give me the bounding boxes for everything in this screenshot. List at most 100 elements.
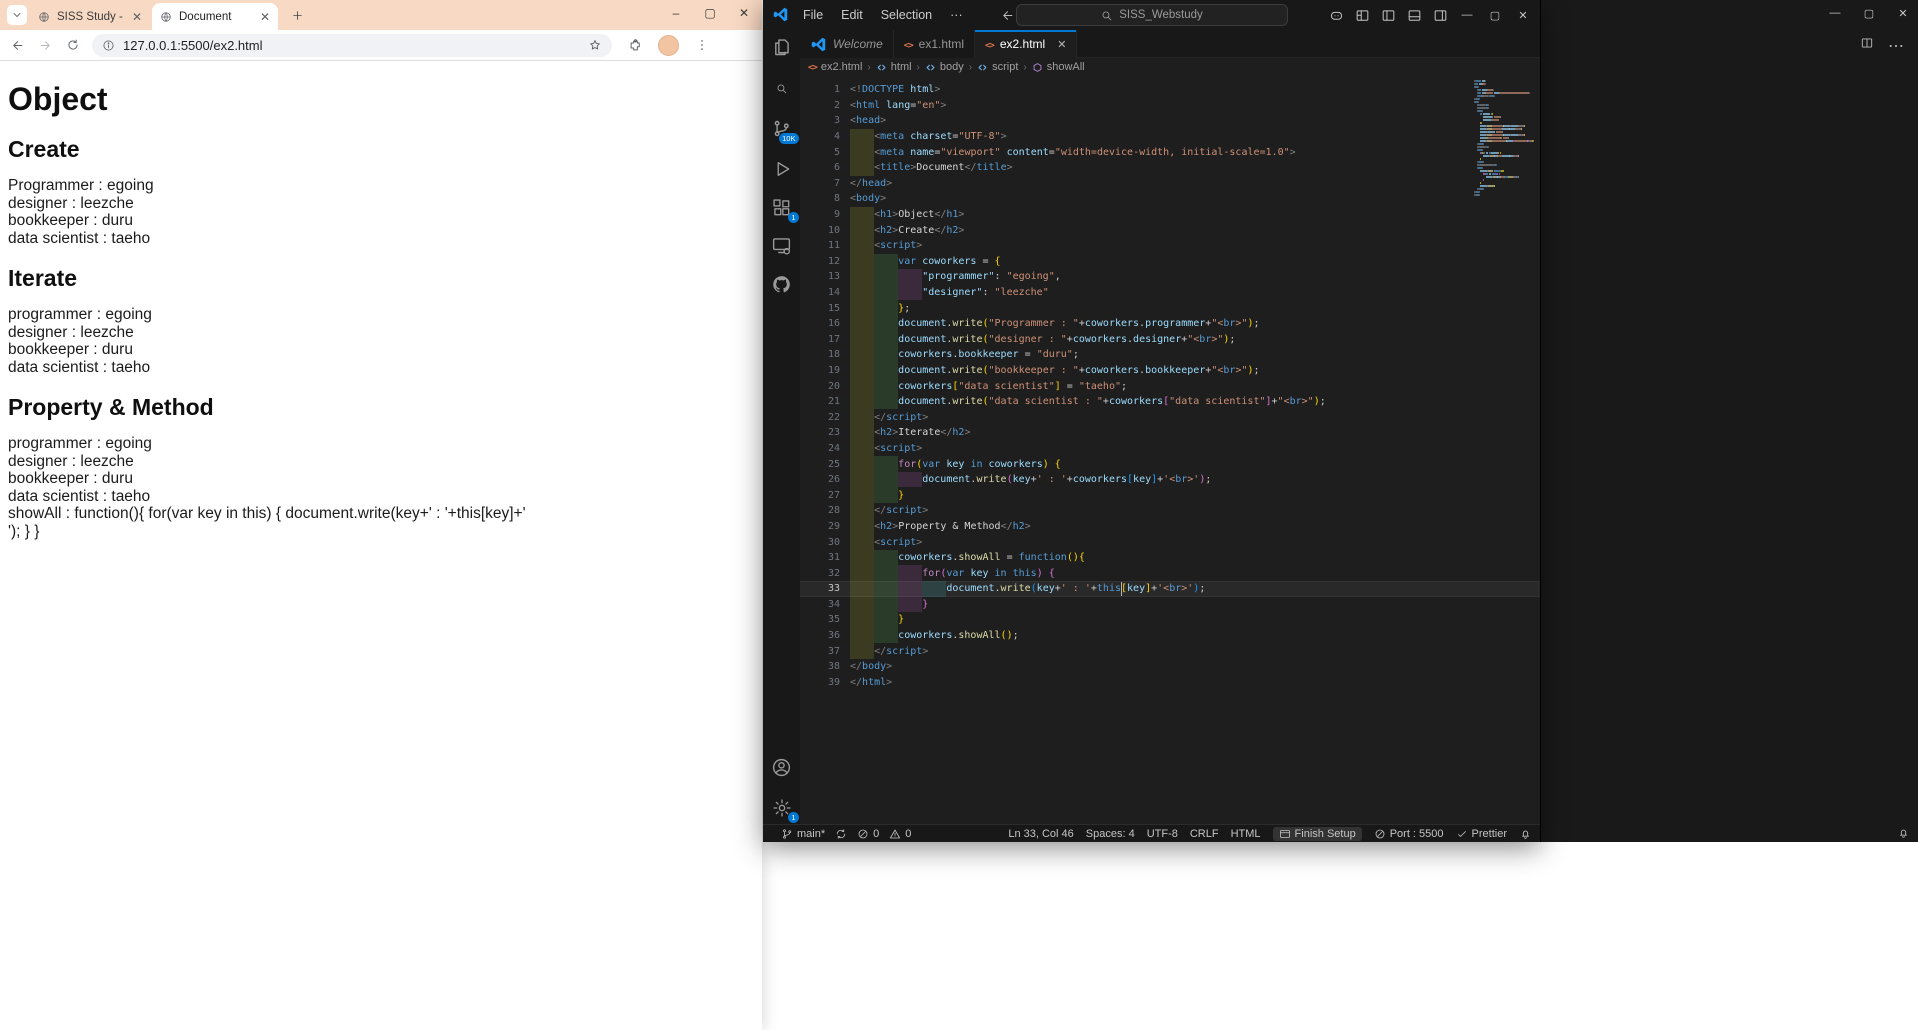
code-line-5[interactable]: 5 <meta name="viewport" content="width=d… [800, 144, 1540, 160]
code-line-30[interactable]: 30 <script> [800, 534, 1540, 550]
vscode-close-button[interactable]: ✕ [1512, 3, 1534, 27]
status-main-[interactable]: main* [781, 828, 825, 840]
extensions-icon[interactable]: 1 [770, 196, 793, 219]
editor-tab-ex2html[interactable]: <>ex2.html✕ [975, 30, 1077, 58]
code-line-19[interactable]: 19 document.write("bookkeeper : "+cowork… [800, 363, 1540, 379]
code-line-2[interactable]: 2<html lang="en"> [800, 98, 1540, 114]
code-line-11[interactable]: 11 <script> [800, 238, 1540, 254]
status-crlf[interactable]: CRLF [1190, 828, 1219, 840]
code-line-12[interactable]: 12 var coworkers = { [800, 254, 1540, 270]
bell-icon[interactable] [1897, 826, 1910, 839]
bookmark-star-icon[interactable] [588, 38, 602, 52]
source-control-icon[interactable]: 10K [770, 117, 793, 140]
github-icon[interactable] [770, 273, 793, 296]
forward-button[interactable] [34, 34, 56, 56]
menu-[interactable]: ··· [941, 4, 972, 26]
menu-edit[interactable]: Edit [832, 4, 872, 26]
search-icon[interactable] [770, 77, 793, 100]
code-line-35[interactable]: 35 } [800, 612, 1540, 628]
code-line-9[interactable]: 9 <h1>Object</h1> [800, 207, 1540, 223]
status-prettier[interactable]: Prettier [1456, 828, 1507, 840]
tab-search-button[interactable] [7, 5, 27, 25]
status-0[interactable]: 0 [889, 828, 911, 840]
code-line-39[interactable]: 39</html> [800, 675, 1540, 691]
minimap[interactable] [1474, 80, 1532, 197]
code-line-6[interactable]: 6 <title>Document</title> [800, 160, 1540, 176]
status-utf-8[interactable]: UTF-8 [1147, 828, 1178, 840]
code-line-31[interactable]: 31 coworkers.showAll = function(){ [800, 550, 1540, 566]
toggle-panel-icon[interactable] [1404, 5, 1424, 25]
code-line-1[interactable]: 1<!DOCTYPE html> [800, 82, 1540, 98]
avatar[interactable] [658, 35, 679, 56]
status-spaces-4[interactable]: Spaces: 4 [1086, 828, 1135, 840]
breadcrumb-item-html[interactable]: html [876, 61, 912, 73]
code-line-23[interactable]: 23 <h2>Iterate</h2> [800, 425, 1540, 441]
bg-close-button[interactable]: ✕ [1894, 4, 1912, 22]
code-line-4[interactable]: 4 <meta charset="UTF-8"> [800, 129, 1540, 145]
code-line-18[interactable]: 18 coworkers.bookkeeper = "duru"; [800, 347, 1540, 363]
browser-maximize-button[interactable]: ▢ [700, 2, 720, 24]
code-line-29[interactable]: 29 <h2>Property & Method</h2> [800, 519, 1540, 535]
editor-tab-ex1html[interactable]: <>ex1.html [894, 30, 975, 58]
bg-minimize-button[interactable]: — [1826, 4, 1844, 22]
code-line-15[interactable]: 15 }; [800, 300, 1540, 316]
breadcrumb-item-script[interactable]: script [977, 61, 1018, 73]
gear-icon[interactable]: 1 [770, 796, 793, 819]
breadcrumb-item-body[interactable]: body [925, 61, 964, 73]
code-line-21[interactable]: 21 document.write("data scientist : "+co… [800, 394, 1540, 410]
explorer-icon[interactable] [770, 36, 793, 59]
code-line-28[interactable]: 28 </script> [800, 503, 1540, 519]
code-line-26[interactable]: 26 document.write(key+' : '+coworkers[ke… [800, 472, 1540, 488]
menu-file[interactable]: File [794, 4, 832, 26]
browser-minimize-button[interactable]: – [666, 2, 686, 24]
status-sync[interactable] [835, 828, 847, 840]
code-line-25[interactable]: 25 for(var key in coworkers) { [800, 456, 1540, 472]
more-actions-icon[interactable]: ⋯ [1888, 36, 1904, 56]
layout-customize-icon[interactable] [1352, 5, 1372, 25]
status-0[interactable]: 0 [857, 828, 879, 840]
code-line-32[interactable]: 32 for(var key in this) { [800, 565, 1540, 581]
code-line-22[interactable]: 22 </script> [800, 409, 1540, 425]
code-line-24[interactable]: 24 <script> [800, 441, 1540, 457]
browser-tab[interactable]: SISS Study - Sewon Lee✕ [30, 3, 150, 30]
extensions-puzzle-icon[interactable] [624, 34, 646, 56]
command-center-search[interactable]: SISS_Webstudy [1016, 4, 1288, 26]
vscode-maximize-button[interactable]: ▢ [1484, 3, 1506, 27]
toggle-sidebar-icon[interactable] [1378, 5, 1398, 25]
browser-menu-icon[interactable] [691, 34, 713, 56]
code-line-38[interactable]: 38</body> [800, 659, 1540, 675]
back-button[interactable] [6, 34, 28, 56]
site-info-icon[interactable] [102, 39, 115, 52]
vscode-minimize-button[interactable]: — [1456, 3, 1478, 27]
copilot-icon[interactable] [1326, 5, 1346, 25]
code-line-16[interactable]: 16 document.write("Programmer : "+cowork… [800, 316, 1540, 332]
breadcrumb-item-ex2html[interactable]: <>ex2.html [808, 61, 862, 73]
split-editor-icon[interactable] [1860, 36, 1874, 56]
remote-icon[interactable] [770, 234, 793, 257]
code-line-14[interactable]: 14 "designer": "leezche" [800, 285, 1540, 301]
tab-close-icon[interactable]: ✕ [1057, 38, 1066, 51]
code-line-37[interactable]: 37 </script> [800, 643, 1540, 659]
browser-tab[interactable]: Document✕ [152, 3, 278, 30]
status-html[interactable]: HTML [1231, 828, 1261, 840]
status-ln-33-col-46[interactable]: Ln 33, Col 46 [1008, 828, 1073, 840]
menu-selection[interactable]: Selection [872, 4, 941, 26]
code-line-7[interactable]: 7</head> [800, 176, 1540, 192]
code-line-20[interactable]: 20 coworkers["data scientist"] = "taeho"… [800, 378, 1540, 394]
code-editor[interactable]: 1<!DOCTYPE html>2<html lang="en">3<head>… [800, 76, 1540, 824]
code-line-10[interactable]: 10 <h2>Create</h2> [800, 222, 1540, 238]
code-line-8[interactable]: 8<body> [800, 191, 1540, 207]
breadcrumb-item-showall[interactable]: showAll [1032, 61, 1085, 73]
address-bar[interactable]: 127.0.0.1:5500/ex2.html [92, 34, 612, 57]
code-line-13[interactable]: 13 "programmer": "egoing", [800, 269, 1540, 285]
bg-maximize-button[interactable]: ▢ [1860, 4, 1878, 22]
new-tab-button[interactable] [288, 6, 306, 24]
status-port-5500[interactable]: Port : 5500 [1374, 828, 1444, 840]
reload-button[interactable] [62, 34, 84, 56]
editor-tab-welcome[interactable]: Welcome [800, 30, 894, 58]
tab-close-icon[interactable]: ✕ [260, 10, 270, 24]
code-line-36[interactable]: 36 coworkers.showAll(); [800, 628, 1540, 644]
code-line-33[interactable]: 33 document.write(key+' : '+this[key]+'<… [800, 581, 1540, 597]
browser-close-button[interactable]: ✕ [734, 2, 754, 24]
code-line-27[interactable]: 27 } [800, 487, 1540, 503]
